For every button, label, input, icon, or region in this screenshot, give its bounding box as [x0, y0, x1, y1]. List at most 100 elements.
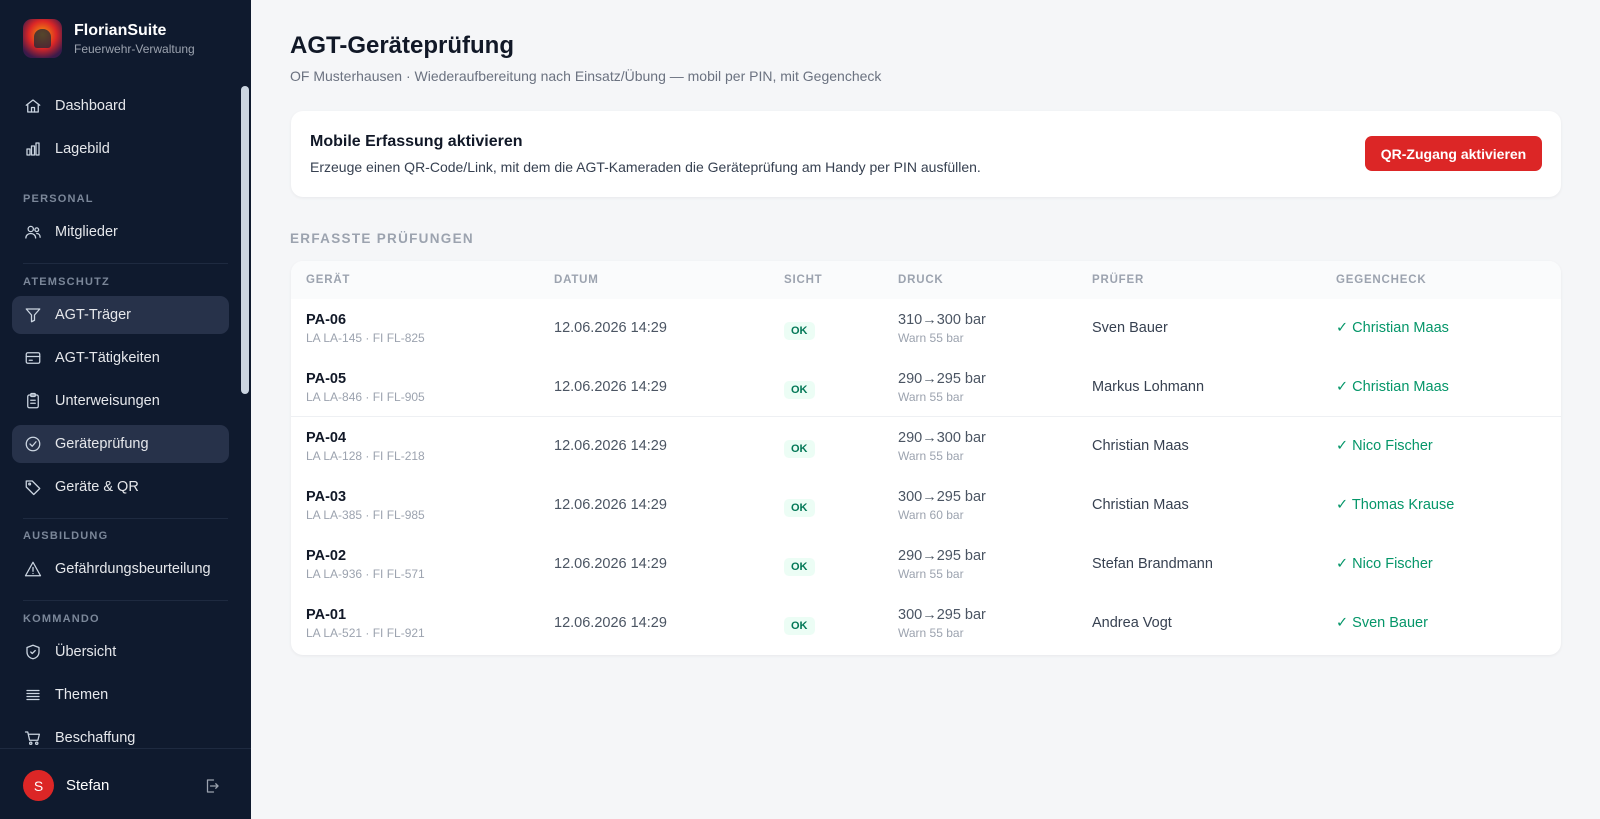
brand-logo — [23, 19, 62, 58]
device-name: PA-01 — [306, 607, 347, 623]
avatar[interactable]: S — [23, 770, 54, 801]
column-header-sicht[interactable]: SICHT — [784, 274, 823, 286]
status-badge: OK — [784, 381, 815, 399]
pruefer-name: Andrea Vogt — [1092, 615, 1172, 631]
pressure-value: 310→300 bar — [898, 312, 986, 328]
sidebar-item-dashboard[interactable]: Dashboard — [12, 87, 229, 125]
pressure-value: 300→295 bar — [898, 489, 986, 505]
sidebar-item-geraetepruefung[interactable]: Geräteprüfung — [12, 425, 229, 463]
inspection-date: 12.06.2026 14:29 — [554, 438, 667, 454]
sidebar-item-unterweisungen[interactable]: Unterweisungen — [12, 382, 229, 420]
sidebar: FlorianSuite Feuerwehr-Verwaltung Dashbo… — [0, 0, 251, 819]
nav-divider — [23, 263, 228, 264]
gegencheck-name: ✓ Nico Fischer — [1336, 438, 1433, 454]
inspection-date: 12.06.2026 14:29 — [554, 615, 667, 631]
warn-pressure: Warn 55 bar — [898, 449, 964, 463]
device-ids: LA LA-521 · FI FL-921 — [306, 626, 425, 640]
shield-check-icon — [26, 644, 40, 660]
warn-pressure: Warn 55 bar — [898, 567, 964, 581]
pressure-value: 290→295 bar — [898, 548, 986, 564]
sidebar-item-gefaehrdungsbeurteilung[interactable]: Gefährdungsbeurteilung — [12, 550, 229, 588]
nav-section-ausbildung: AUSBILDUNG — [23, 530, 109, 542]
sidebar-item-label: AGT-Tätigkeiten — [55, 350, 160, 366]
device-ids: LA LA-936 · FI FL-571 — [306, 567, 425, 581]
list-icon — [26, 689, 40, 701]
users-icon — [25, 225, 41, 239]
status-badge: OK — [784, 322, 815, 340]
sidebar-item-label: Mitglieder — [55, 224, 118, 240]
nav-divider — [23, 518, 228, 519]
brand-title: FlorianSuite — [74, 21, 167, 39]
device-ids: LA LA-846 · FI FL-905 — [306, 390, 425, 404]
brand[interactable]: FlorianSuite Feuerwehr-Verwaltung — [23, 19, 195, 58]
logout-icon — [206, 779, 219, 793]
filter-icon — [25, 308, 41, 323]
status-badge: OK — [784, 617, 815, 635]
sidebar-item-agt-taetigkeiten[interactable]: AGT-Tätigkeiten — [12, 339, 229, 377]
sidebar-item-label: Gefährdungsbeurteilung — [55, 561, 211, 577]
home-icon — [25, 99, 41, 113]
device-ids: LA LA-145 · FI FL-825 — [306, 331, 425, 345]
table-row[interactable]: PA-03 LA LA-385 · FI FL-985 12.06.2026 1… — [291, 476, 1561, 535]
table-row[interactable]: PA-02 LA LA-936 · FI FL-571 12.06.2026 1… — [291, 535, 1561, 594]
sidebar-item-themen[interactable]: Themen — [12, 676, 229, 714]
device-ids: LA LA-385 · FI FL-985 — [306, 508, 425, 522]
device-ids: LA LA-128 · FI FL-218 — [306, 449, 425, 463]
sidebar-item-label: Dashboard — [55, 98, 126, 114]
brand-subtitle: Feuerwehr-Verwaltung — [74, 41, 195, 56]
device-name: PA-05 — [306, 371, 347, 387]
table-row[interactable]: PA-04 LA LA-128 · FI FL-218 12.06.2026 1… — [291, 417, 1561, 476]
pruefer-name: Sven Bauer — [1092, 320, 1168, 336]
page-subtitle: OF Musterhausen · Wiederaufbereitung nac… — [290, 68, 882, 84]
sidebar-item-mitglieder[interactable]: Mitglieder — [12, 213, 229, 251]
gegencheck-name: ✓ Thomas Krause — [1336, 497, 1455, 513]
logout-button[interactable] — [203, 777, 221, 795]
sidebar-item-lagebild[interactable]: Lagebild — [12, 130, 229, 168]
pressure-value: 290→295 bar — [898, 371, 986, 387]
sidebar-item-uebersicht[interactable]: Übersicht — [12, 633, 229, 671]
device-name: PA-03 — [306, 489, 347, 505]
nav-section-atemschutz: ATEMSCHUTZ — [23, 276, 110, 288]
card-icon — [25, 352, 41, 364]
column-header-datum[interactable]: DATUM — [554, 274, 599, 286]
status-badge: OK — [784, 499, 815, 517]
mobile-card-title: Mobile Erfassung aktivieren — [310, 133, 523, 150]
device-name: PA-04 — [306, 430, 347, 446]
inspection-date: 12.06.2026 14:29 — [554, 379, 667, 395]
status-badge: OK — [784, 440, 815, 458]
warn-pressure: Warn 55 bar — [898, 626, 964, 640]
sidebar-scrollbar[interactable] — [241, 86, 249, 394]
sidebar-item-geraete-qr[interactable]: Geräte & QR — [12, 468, 229, 506]
sidebar-item-agt-traeger[interactable]: AGT-Träger — [12, 296, 229, 334]
device-name: PA-02 — [306, 548, 347, 564]
column-header-pruefer[interactable]: PRÜFER — [1092, 274, 1144, 286]
pressure-value: 290→300 bar — [898, 430, 986, 446]
table-row[interactable]: PA-01 LA LA-521 · FI FL-921 12.06.2026 1… — [291, 594, 1561, 653]
sidebar-item-label: Themen — [55, 687, 109, 703]
column-header-gegencheck[interactable]: GEGENCHECK — [1336, 274, 1426, 286]
sidebar-item-label: Übersicht — [55, 644, 117, 660]
activate-qr-button[interactable]: QR-Zugang aktivieren — [1365, 136, 1542, 171]
bar-chart-icon — [26, 142, 40, 156]
column-header-geraet[interactable]: GERÄT — [306, 274, 350, 286]
table-row[interactable]: PA-06 LA LA-145 · FI FL-825 12.06.2026 1… — [291, 299, 1561, 358]
sidebar-item-label: Geräte & QR — [55, 479, 139, 495]
pruefer-name: Christian Maas — [1092, 497, 1189, 513]
nav-section-personal: PERSONAL — [23, 193, 94, 205]
nav-section-kommando: KOMMANDO — [23, 613, 100, 625]
device-name: PA-06 — [306, 312, 347, 328]
table-header: GERÄT DATUM SICHT DRUCK PRÜFER GEGENCHEC… — [291, 261, 1561, 299]
section-label-erfasste-pruefungen: ERFASSTE PRÜFUNGEN — [290, 231, 474, 246]
status-badge: OK — [784, 558, 815, 576]
inspection-date: 12.06.2026 14:29 — [554, 497, 667, 513]
sidebar-item-label: Lagebild — [55, 141, 110, 157]
inspection-date: 12.06.2026 14:29 — [554, 320, 667, 336]
table-row[interactable]: PA-05 LA LA-846 · FI FL-905 12.06.2026 1… — [291, 358, 1561, 417]
user-bar: S Stefan — [0, 748, 251, 819]
cart-icon — [24, 731, 41, 746]
inspections-table: GERÄT DATUM SICHT DRUCK PRÜFER GEGENCHEC… — [291, 261, 1561, 655]
sidebar-item-label: Beschaffung — [55, 730, 136, 746]
gegencheck-name: ✓ Sven Bauer — [1336, 615, 1428, 631]
mobile-capture-card: Mobile Erfassung aktivieren Erzeuge eine… — [291, 111, 1561, 197]
column-header-druck[interactable]: DRUCK — [898, 274, 944, 286]
